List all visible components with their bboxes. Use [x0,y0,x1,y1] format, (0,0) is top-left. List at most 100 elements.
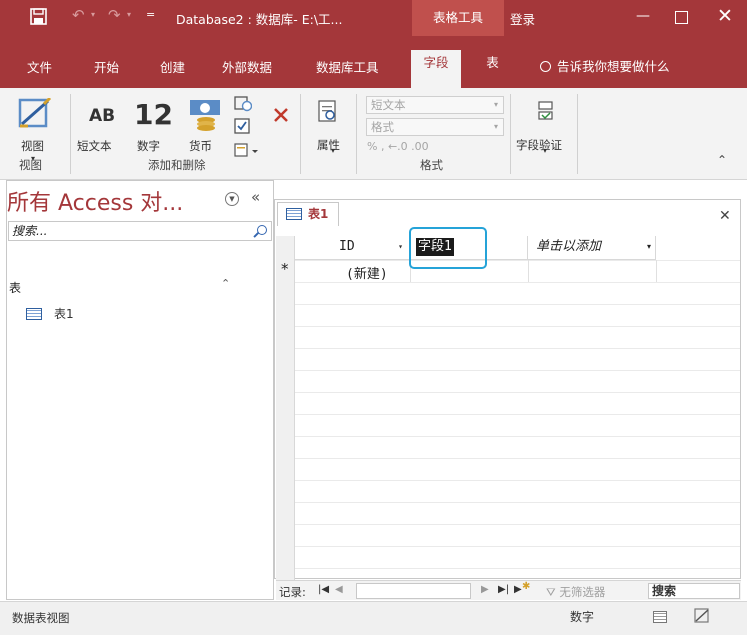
customize-qat-button[interactable]: = [146,8,155,21]
shutter-bar-icon[interactable]: « [251,188,260,206]
close-document-icon[interactable]: ✕ [719,208,731,224]
currency-icon[interactable] [189,98,223,132]
tab-create[interactable]: 创建 [160,57,185,76]
tab-fields[interactable]: 字段 [411,50,461,88]
yes-no-icon[interactable] [234,118,250,134]
tab-table[interactable]: 表 [476,50,509,88]
title-bar: ↶ ▾ ↷ ▾ = Database2 : 数据库- E:\工... 表格工具 … [0,0,747,36]
row-selector-column[interactable] [276,236,295,580]
properties-dropdown-icon[interactable]: ▾ [331,146,335,155]
view-icon[interactable] [18,98,52,130]
record-label: 记录: [279,585,306,599]
minimize-icon[interactable]: — [636,8,650,24]
context-tab-table-tools: 表格工具 [412,0,504,36]
doc-tab-label: 表1 [308,207,329,221]
grid-line [295,502,740,503]
nav-options-icon[interactable]: ▼ [225,192,239,206]
grid-line [295,524,740,525]
grid-line [295,260,740,261]
search-icon[interactable] [257,225,267,235]
close-icon[interactable]: ✕ [717,5,733,27]
chevron-down-icon: ▾ [493,100,498,109]
maximize-icon[interactable] [675,11,688,24]
tab-home[interactable]: 开始 [94,57,119,76]
delete-field-icon[interactable] [272,106,290,124]
record-search-input[interactable]: 搜索 [648,583,740,599]
datasheet-grid: ID ▾ 字段1 单击以添加 ▾ * (新建) [276,236,740,580]
properties-button[interactable]: 属性 [317,137,340,153]
field1-highlight-box [409,227,487,269]
undo-icon[interactable]: ↶ [72,6,85,24]
new-record-icon[interactable]: ▶ [514,584,522,595]
grid-column-line [528,260,529,282]
group-add-delete-label: 添加和删除 [148,158,206,172]
click-to-add-label: 单击以添加 [536,239,602,254]
next-record-icon[interactable]: ▶ [481,584,489,595]
ribbon-separator [70,94,71,174]
nav-item-label: 表1 [54,307,74,321]
number-format-buttons[interactable]: % , ←.0 .00 [367,140,429,153]
login-link[interactable]: 登录 [510,9,535,28]
column-header-id[interactable]: ID ▾ [295,236,410,260]
number-icon[interactable]: 12 [134,98,173,131]
nav-search-input[interactable]: 搜索... [8,221,272,241]
ribbon-separator [577,94,578,174]
last-record-icon[interactable]: ▶| [498,584,509,595]
nav-group-tables[interactable]: 表 [9,279,21,296]
tab-file[interactable]: 文件 [27,57,52,76]
nav-item-table1[interactable]: 表1 [26,305,74,322]
grid-line [295,370,740,371]
filter-status[interactable]: ⛛ 无筛选器 [546,584,605,600]
design-view-icon[interactable] [694,608,710,624]
grid-line [295,568,740,569]
window-title: Database2 : 数据库- E:\工... [176,12,343,27]
column-header-id-label: ID [339,239,355,254]
ribbon-separator [356,94,357,174]
field-validation-icon[interactable] [537,100,555,122]
ribbon-separator [300,94,301,174]
data-type-select[interactable]: 短文本 ▾ [366,96,504,114]
datasheet-view-icon[interactable] [653,611,667,623]
format-select[interactable]: 格式 ▾ [366,118,504,136]
ribbon: 视图 ▾ 视图 AB 短文本 12 数字 货币 添加和删除 属性 ▾ 短文本 ▾… [0,88,747,180]
undo-dropdown-icon[interactable]: ▾ [91,10,95,19]
column-header-click-to-add[interactable]: 单击以添加 ▾ [528,236,656,260]
format-value: 格式 [371,120,394,134]
data-type-value: 短文本 [371,98,406,112]
view-button[interactable]: 视图 [21,138,44,154]
grid-line [295,414,740,415]
first-record-icon[interactable]: |◀ [318,584,329,595]
currency-button[interactable]: 货币 [189,138,212,154]
save-icon[interactable] [30,8,47,25]
number-button[interactable]: 数字 [137,138,160,154]
date-time-icon[interactable] [234,94,252,112]
tell-me-search[interactable]: 告诉我你想要做什么 [540,56,670,75]
chevron-up-icon[interactable]: ⌃ [221,277,230,290]
properties-icon[interactable] [318,100,338,124]
current-record-input[interactable] [356,583,471,599]
tab-external-data[interactable]: 外部数据 [222,57,272,76]
redo-icon[interactable]: ↷ [108,6,121,24]
table-icon [26,308,42,320]
short-text-icon[interactable]: AB [89,106,115,126]
grid-line [295,458,740,459]
field-validation-button[interactable]: 字段验证 [516,137,562,153]
redo-dropdown-icon[interactable]: ▾ [127,10,131,19]
group-view-label: 视图 [19,158,42,172]
doc-tab-table1[interactable]: 表1 [277,202,339,226]
ribbon-separator [510,94,511,174]
chevron-down-icon: ▾ [493,122,498,131]
new-record-marker: * [281,260,289,278]
nav-pane-title[interactable]: 所有 Access 对... [7,185,183,217]
more-fields-icon[interactable] [234,142,260,158]
chevron-down-icon[interactable]: ▾ [647,236,651,258]
new-record-cell[interactable]: (新建) [346,263,388,282]
collapse-ribbon-icon[interactable]: ⌃ [717,153,727,167]
previous-record-icon[interactable]: ◀ [335,584,343,595]
status-view-name: 数据表视图 [12,611,70,625]
tab-database-tools[interactable]: 数据库工具 [316,57,379,76]
field-validation-dropdown-icon[interactable]: ▾ [543,146,547,155]
short-text-button[interactable]: 短文本 [77,138,112,154]
chevron-down-icon[interactable]: ▾ [398,236,403,258]
navigation-pane: 所有 Access 对... ▼ « 搜索... 表 ⌃ 表1 [6,180,274,600]
